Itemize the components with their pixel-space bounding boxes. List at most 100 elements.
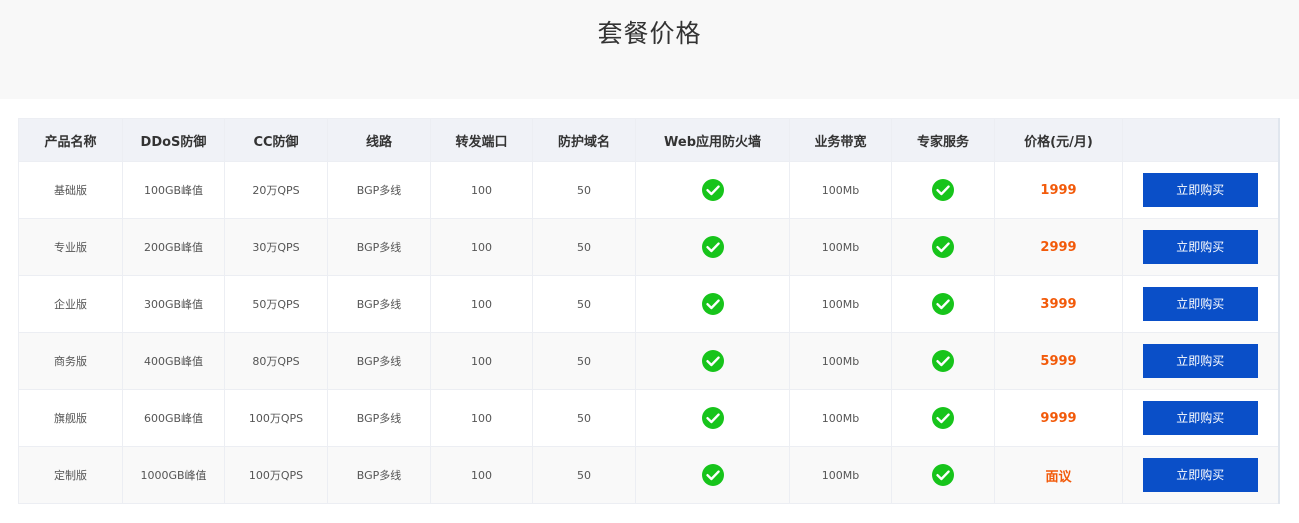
header-price: 价格(元/月) — [994, 118, 1123, 162]
cell-domains: 50 — [532, 332, 636, 390]
cell-action: 立即购买 — [1122, 446, 1279, 504]
cell-expert — [891, 446, 995, 504]
cell-cc: 20万QPS — [224, 161, 328, 219]
cell-ports: 100 — [430, 161, 533, 219]
cell-line: BGP多线 — [327, 161, 431, 219]
cell-price: 面议 — [994, 446, 1123, 504]
cell-cc: 50万QPS — [224, 275, 328, 333]
cell-action: 立即购买 — [1122, 332, 1279, 390]
price-value: 面议 — [1045, 469, 1072, 485]
price-value: 1999 — [1040, 182, 1077, 198]
header-bandwidth: 业务带宽 — [789, 118, 892, 162]
cell-cc: 100万QPS — [224, 446, 328, 504]
cell-price: 5999 — [994, 332, 1123, 390]
cell-domains: 50 — [532, 218, 636, 276]
price-value: 9999 — [1040, 410, 1077, 426]
check-icon — [932, 350, 954, 372]
cell-waf — [635, 389, 790, 447]
cell-line: BGP多线 — [327, 389, 431, 447]
header-expert: 专家服务 — [891, 118, 995, 162]
buy-now-button[interactable]: 立即购买 — [1142, 173, 1258, 207]
cell-waf — [635, 218, 790, 276]
table-row: 商务版 400GB峰值 80万QPS BGP多线 100 50 100Mb 59… — [18, 332, 1279, 390]
header-line: 线路 — [327, 118, 431, 162]
cell-bandwidth: 100Mb — [789, 332, 892, 390]
cell-line: BGP多线 — [327, 218, 431, 276]
buy-now-button[interactable]: 立即购买 — [1142, 458, 1258, 492]
check-icon — [932, 293, 954, 315]
cell-cc: 80万QPS — [224, 332, 328, 390]
check-icon — [932, 407, 954, 429]
cell-domains: 50 — [532, 446, 636, 504]
cell-ddos: 400GB峰值 — [122, 332, 225, 390]
cell-expert — [891, 332, 995, 390]
cell-ddos: 300GB峰值 — [122, 275, 225, 333]
check-icon — [701, 464, 724, 486]
table-row: 基础版 100GB峰值 20万QPS BGP多线 100 50 100Mb 19… — [18, 161, 1279, 219]
header-action — [1122, 118, 1279, 162]
cell-bandwidth: 100Mb — [789, 389, 892, 447]
cell-product-name: 基础版 — [18, 161, 123, 219]
header-ports: 转发端口 — [430, 118, 533, 162]
cell-line: BGP多线 — [327, 332, 431, 390]
cell-action: 立即购买 — [1122, 389, 1279, 447]
cell-expert — [891, 218, 995, 276]
buy-now-button[interactable]: 立即购买 — [1142, 230, 1258, 264]
header-ddos: DDoS防御 — [122, 118, 225, 162]
buy-now-button[interactable]: 立即购买 — [1142, 344, 1258, 378]
cell-ddos: 100GB峰值 — [122, 161, 225, 219]
check-icon — [932, 179, 954, 201]
cell-ddos: 200GB峰值 — [122, 218, 225, 276]
cell-product-name: 专业版 — [18, 218, 123, 276]
cell-ports: 100 — [430, 332, 533, 390]
buy-now-button[interactable]: 立即购买 — [1142, 401, 1258, 435]
cell-line: BGP多线 — [327, 275, 431, 333]
cell-price: 1999 — [994, 161, 1123, 219]
cell-ports: 100 — [430, 446, 533, 504]
cell-price: 2999 — [994, 218, 1123, 276]
cell-domains: 50 — [532, 389, 636, 447]
cell-waf — [635, 161, 790, 219]
cell-product-name: 企业版 — [18, 275, 123, 333]
cell-waf — [635, 446, 790, 504]
table-row: 企业版 300GB峰值 50万QPS BGP多线 100 50 100Mb 39… — [18, 275, 1279, 333]
cell-ports: 100 — [430, 275, 533, 333]
price-value: 3999 — [1040, 296, 1077, 312]
buy-now-button[interactable]: 立即购买 — [1142, 287, 1258, 321]
cell-ports: 100 — [430, 218, 533, 276]
table-row: 定制版 1000GB峰值 100万QPS BGP多线 100 50 100Mb … — [18, 446, 1279, 504]
cell-action: 立即购买 — [1122, 275, 1279, 333]
cell-action: 立即购买 — [1122, 218, 1279, 276]
cell-expert — [891, 275, 995, 333]
table-row: 专业版 200GB峰值 30万QPS BGP多线 100 50 100Mb 29… — [18, 218, 1279, 276]
cell-ddos: 1000GB峰值 — [122, 446, 225, 504]
cell-cc: 100万QPS — [224, 389, 328, 447]
price-value: 2999 — [1040, 239, 1077, 255]
cell-product-name: 商务版 — [18, 332, 123, 390]
cell-waf — [635, 275, 790, 333]
cell-domains: 50 — [532, 275, 636, 333]
cell-price: 9999 — [994, 389, 1123, 447]
price-value: 5999 — [1040, 353, 1077, 369]
cell-waf — [635, 332, 790, 390]
cell-expert — [891, 389, 995, 447]
cell-domains: 50 — [532, 161, 636, 219]
cell-line: BGP多线 — [327, 446, 431, 504]
table-header-row: 产品名称 DDoS防御 CC防御 线路 转发端口 防护域名 Web应用防火墙 业… — [18, 118, 1279, 162]
cell-bandwidth: 100Mb — [789, 275, 892, 333]
cell-price: 3999 — [994, 275, 1123, 333]
check-icon — [932, 464, 954, 486]
cell-expert — [891, 161, 995, 219]
cell-ports: 100 — [430, 389, 533, 447]
header-domains: 防护域名 — [532, 118, 636, 162]
header-cc: CC防御 — [224, 118, 328, 162]
cell-ddos: 600GB峰值 — [122, 389, 225, 447]
cell-action: 立即购买 — [1122, 161, 1279, 219]
cell-cc: 30万QPS — [224, 218, 328, 276]
header-waf: Web应用防火墙 — [635, 118, 790, 162]
cell-bandwidth: 100Mb — [789, 218, 892, 276]
cell-product-name: 定制版 — [18, 446, 123, 504]
check-icon — [701, 236, 724, 258]
header-product-name: 产品名称 — [18, 118, 123, 162]
cell-bandwidth: 100Mb — [789, 161, 892, 219]
